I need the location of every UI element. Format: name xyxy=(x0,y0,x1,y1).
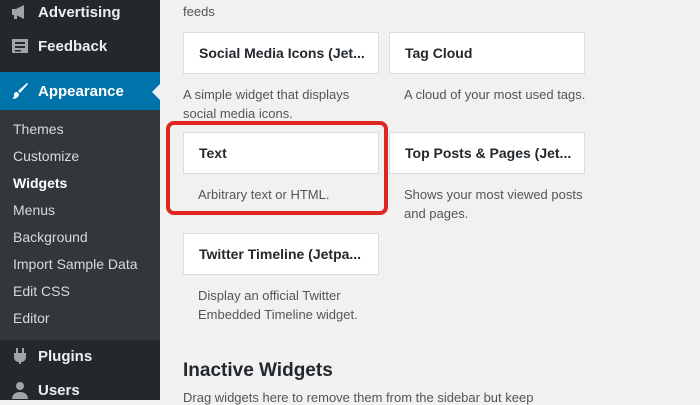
menu-label: Users xyxy=(38,381,80,399)
widget-description: A simple widget that displays social med… xyxy=(183,87,350,121)
menu-label: Advertising xyxy=(38,3,121,21)
widget-description: Display an official Twitter Embedded Tim… xyxy=(198,288,358,322)
active-indicator xyxy=(152,84,160,100)
widget-description: A cloud of your most used tags. xyxy=(404,87,586,102)
menu-item-plugins[interactable]: Plugins xyxy=(0,338,160,374)
widget-tag-cloud[interactable]: Tag Cloud xyxy=(389,32,585,74)
submenu-widgets[interactable]: Widgets xyxy=(13,175,67,191)
megaphone-icon xyxy=(10,2,30,22)
submenu-background[interactable]: Background xyxy=(13,229,88,245)
widget-social-media-icons[interactable]: Social Media Icons (Jet... xyxy=(183,32,379,74)
submenu-menus[interactable]: Menus xyxy=(13,202,55,218)
plugin-icon xyxy=(10,346,30,366)
inactive-widgets-description: Drag widgets here to remove them from th… xyxy=(183,390,534,405)
admin-sidebar: Advertising Feedback Appearance Themes C… xyxy=(0,0,160,400)
menu-label: Feedback xyxy=(38,37,108,55)
menu-label: Appearance xyxy=(38,82,124,100)
previous-widget-description-fragment: feeds xyxy=(183,4,215,19)
menu-item-advertising[interactable]: Advertising xyxy=(0,0,160,30)
user-icon xyxy=(10,380,30,400)
submenu-themes[interactable]: Themes xyxy=(13,121,64,137)
menu-item-feedback[interactable]: Feedback xyxy=(0,28,160,64)
widget-title: Top Posts & Pages (Jet... xyxy=(405,145,572,161)
widget-twitter-timeline[interactable]: Twitter Timeline (Jetpa... xyxy=(183,233,379,275)
feedback-icon xyxy=(10,36,30,56)
submenu-editor[interactable]: Editor xyxy=(13,310,50,326)
widget-description: Shows your most viewed posts and pages. xyxy=(404,187,583,221)
widget-title: Twitter Timeline (Jetpa... xyxy=(199,246,362,262)
submenu-customize[interactable]: Customize xyxy=(13,148,79,164)
menu-label: Plugins xyxy=(38,347,93,365)
submenu-edit-css[interactable]: Edit CSS xyxy=(13,283,70,299)
menu-item-users[interactable]: Users xyxy=(0,372,160,400)
menu-item-appearance[interactable]: Appearance xyxy=(0,72,160,110)
submenu-import-sample-data[interactable]: Import Sample Data xyxy=(13,256,138,272)
widget-title: Tag Cloud xyxy=(405,45,473,61)
inactive-widgets-heading: Inactive Widgets xyxy=(183,360,333,381)
widget-top-posts-pages[interactable]: Top Posts & Pages (Jet... xyxy=(389,132,585,174)
appearance-submenu: Themes Customize Widgets Menus Backgroun… xyxy=(0,110,160,340)
highlight-annotation xyxy=(166,121,388,215)
paintbrush-icon xyxy=(10,81,30,101)
widget-title: Social Media Icons (Jet... xyxy=(199,45,365,61)
